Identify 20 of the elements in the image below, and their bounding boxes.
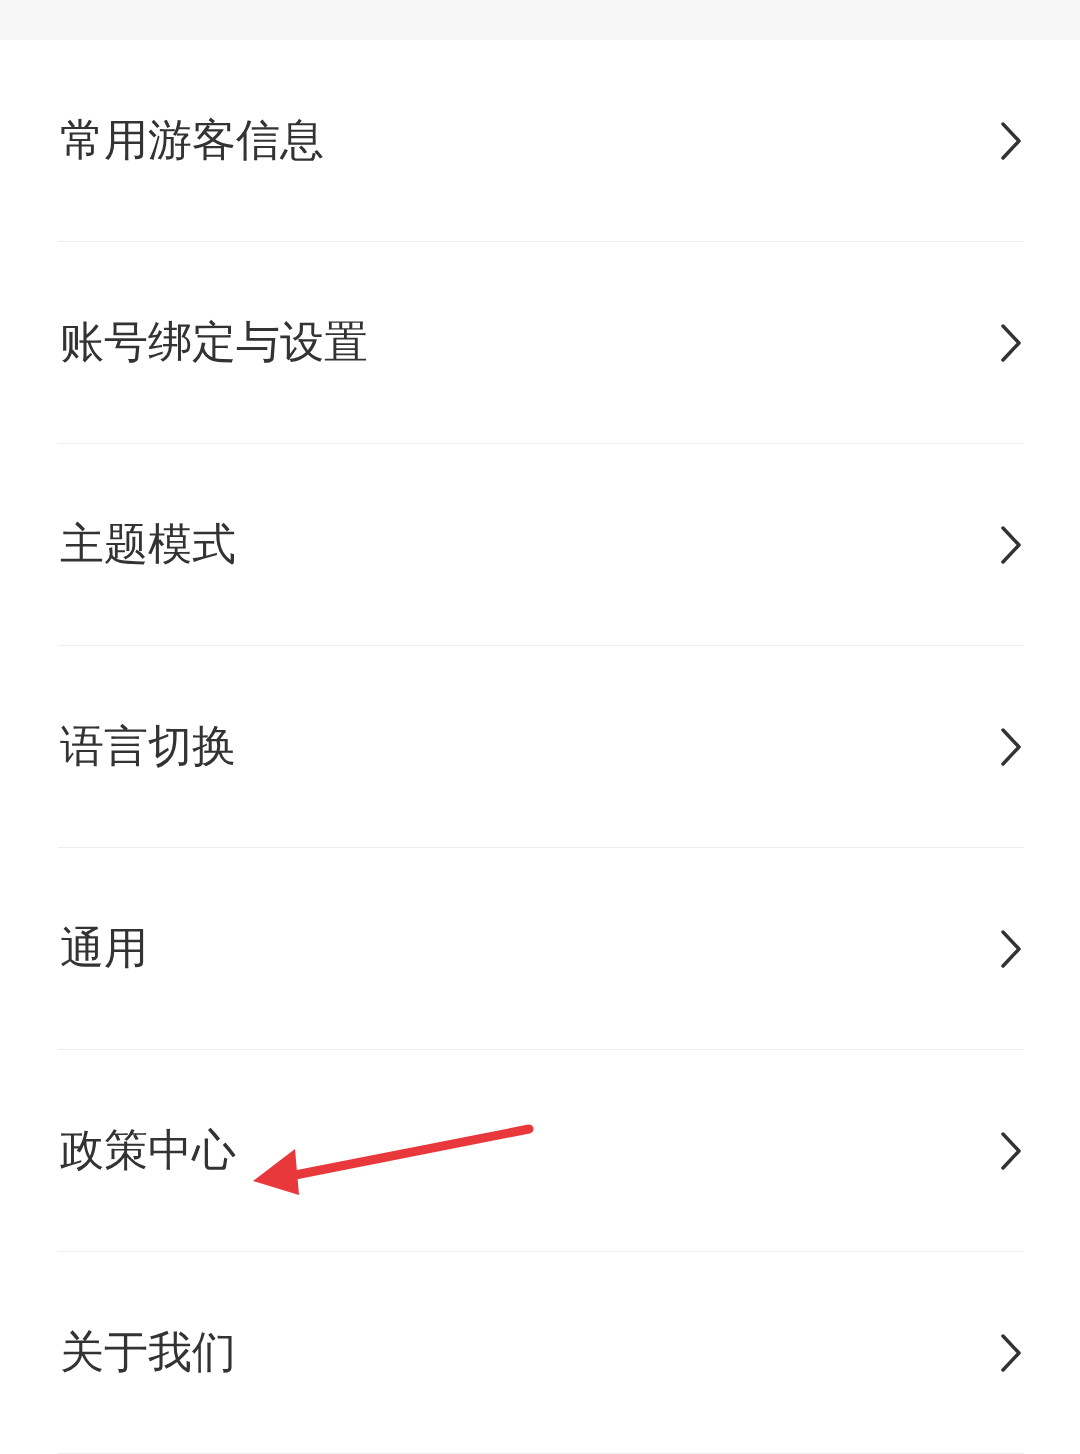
chevron-right-icon <box>1000 524 1022 565</box>
row-label: 语言切换 <box>59 719 236 773</box>
chevron-right-icon <box>1000 1130 1022 1171</box>
chevron-right-icon <box>1000 1332 1022 1373</box>
row-label: 政策中心 <box>59 1123 236 1177</box>
row-label: 主题模式 <box>59 517 236 571</box>
settings-row[interactable]: 主题模式 <box>58 444 1024 646</box>
settings-row[interactable]: 常用游客信息 <box>58 40 1024 242</box>
settings-row[interactable]: 语言切换 <box>58 646 1024 848</box>
row-label: 关于我们 <box>59 1325 236 1379</box>
settings-row[interactable]: 账号绑定与设置 <box>58 242 1024 444</box>
row-label: 账号绑定与设置 <box>59 315 368 369</box>
row-label: 常用游客信息 <box>59 113 324 167</box>
row-label: 通用 <box>59 921 148 975</box>
chevron-right-icon <box>1000 726 1022 767</box>
chevron-right-icon <box>1000 322 1022 363</box>
chevron-right-icon <box>1000 120 1022 161</box>
chevron-right-icon <box>1000 928 1022 969</box>
settings-row[interactable]: 关于我们 <box>58 1252 1024 1454</box>
settings-row[interactable]: 通用 <box>58 848 1024 1050</box>
